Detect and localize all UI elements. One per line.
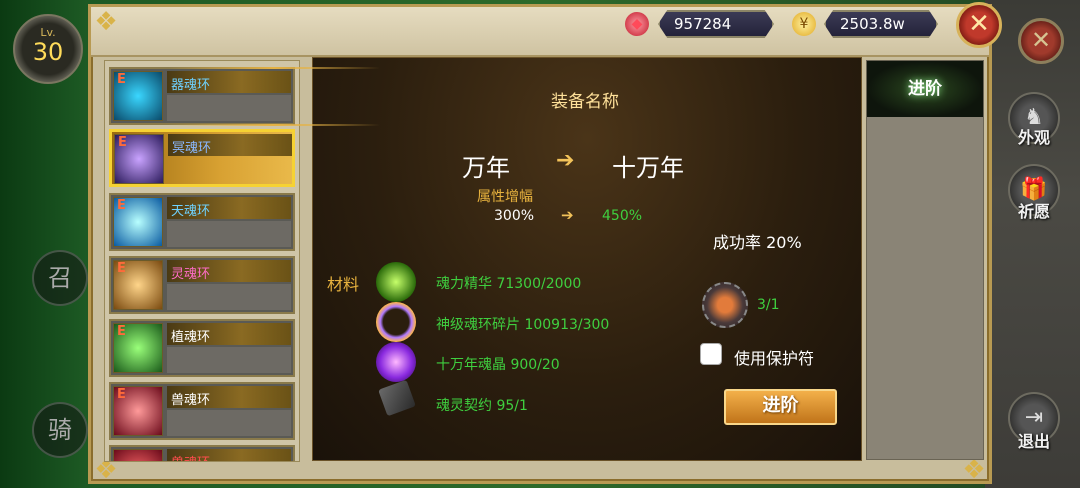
appearance-label[interactable]: 外观 [1006, 124, 1062, 148]
ring-fragment-icon[interactable] [376, 302, 416, 342]
material-item: 魂力精华 71300/2000 [436, 276, 582, 292]
ring-grade-badge: E [117, 72, 126, 87]
soul-essence-icon[interactable] [376, 262, 416, 302]
advance-button[interactable]: 进阶 [724, 389, 837, 425]
tab-advance[interactable]: 进阶 [867, 61, 983, 117]
ring-item-tian[interactable]: E 天魂环 [109, 193, 295, 251]
player-level: 30 [32, 38, 64, 66]
gold-coin-icon: ¥ [792, 12, 816, 36]
title-divider [168, 124, 380, 126]
ring-item-shou-2[interactable]: 兽魂环 [109, 445, 295, 461]
protection-charm-icon[interactable] [702, 282, 748, 328]
ring-label: 兽魂环 [171, 393, 211, 408]
ring-label: 灵魂环 [171, 267, 211, 282]
attr-boost-label: 属性增幅 [477, 189, 533, 205]
close-icon[interactable]: ✕ [1018, 18, 1064, 64]
ring-icon: E [113, 260, 163, 310]
ring-icon [113, 449, 163, 461]
attr-from: 300% [494, 208, 535, 224]
ring-item-ming[interactable]: E 冥魂环 [109, 129, 295, 187]
to-tier: 十万年 [612, 154, 684, 182]
use-protection-checkbox[interactable] [700, 343, 722, 365]
gem-amount: 957284 [658, 10, 774, 38]
summon-button[interactable]: 召 [32, 250, 88, 306]
soul-crystal-icon[interactable] [376, 342, 416, 382]
ring-icon: E [113, 197, 163, 247]
success-rate: 成功率 20% [713, 233, 802, 252]
from-tier: 万年 [462, 154, 510, 182]
ring-icon: E [114, 134, 164, 184]
ring-item-ling[interactable]: E 灵魂环 [109, 256, 295, 314]
ring-item-qi[interactable]: E 器魂环 [109, 67, 295, 125]
material-item: 神级魂环碎片 100913/300 [436, 317, 610, 333]
soul-ring-list[interactable]: E 器魂环 E 冥魂环 E 天魂环 E 灵魂环 E 植魂环 E 兽魂环 兽魂环 [104, 60, 300, 462]
ring-grade-badge: E [117, 324, 126, 339]
ring-label: 器魂环 [171, 78, 211, 93]
gold-amount: 2503.8w [824, 10, 938, 38]
ring-grade-badge: E [117, 387, 126, 402]
arrow-right-icon: ➔ [556, 148, 575, 173]
ring-label: 植魂环 [171, 330, 211, 345]
ring-label: 天魂环 [171, 204, 211, 219]
ring-grade-badge: E [117, 198, 126, 213]
material-item: 魂灵契约 95/1 [436, 398, 528, 414]
ring-item-shou[interactable]: E 兽魂环 [109, 382, 295, 440]
ring-icon: E [113, 71, 163, 121]
arrow-right-icon: ➔ [561, 206, 574, 224]
ring-label: 兽魂环 [171, 452, 210, 461]
wish-label[interactable]: 祈愿 [1006, 198, 1062, 222]
attr-to: 450% [602, 208, 643, 224]
ride-button[interactable]: 骑 [32, 402, 88, 458]
material-item: 十万年魂晶 900/20 [436, 357, 560, 373]
player-level-badge[interactable]: Lv. 30 [13, 14, 83, 84]
ring-icon: E [113, 386, 163, 436]
gem-icon: ◆ [625, 12, 649, 36]
exit-label[interactable]: 退出 [1006, 428, 1062, 452]
right-tab-panel: 进阶 [866, 60, 984, 460]
ring-item-zhi[interactable]: E 植魂环 [109, 319, 295, 377]
title-divider [168, 67, 380, 69]
ring-grade-badge: E [117, 261, 126, 276]
use-protection-label: 使用保护符 [734, 349, 815, 368]
close-icon[interactable]: ✕ [956, 2, 1002, 48]
materials-label: 材料 [327, 275, 360, 294]
ring-grade-badge: E [118, 135, 127, 150]
ring-icon: E [113, 323, 163, 373]
equipment-name: 装备名称 [551, 92, 619, 112]
frame-corner-ornament-icon: ❖ [94, 7, 118, 37]
charm-count: 3/1 [757, 297, 780, 313]
ring-label: 冥魂环 [172, 141, 212, 156]
